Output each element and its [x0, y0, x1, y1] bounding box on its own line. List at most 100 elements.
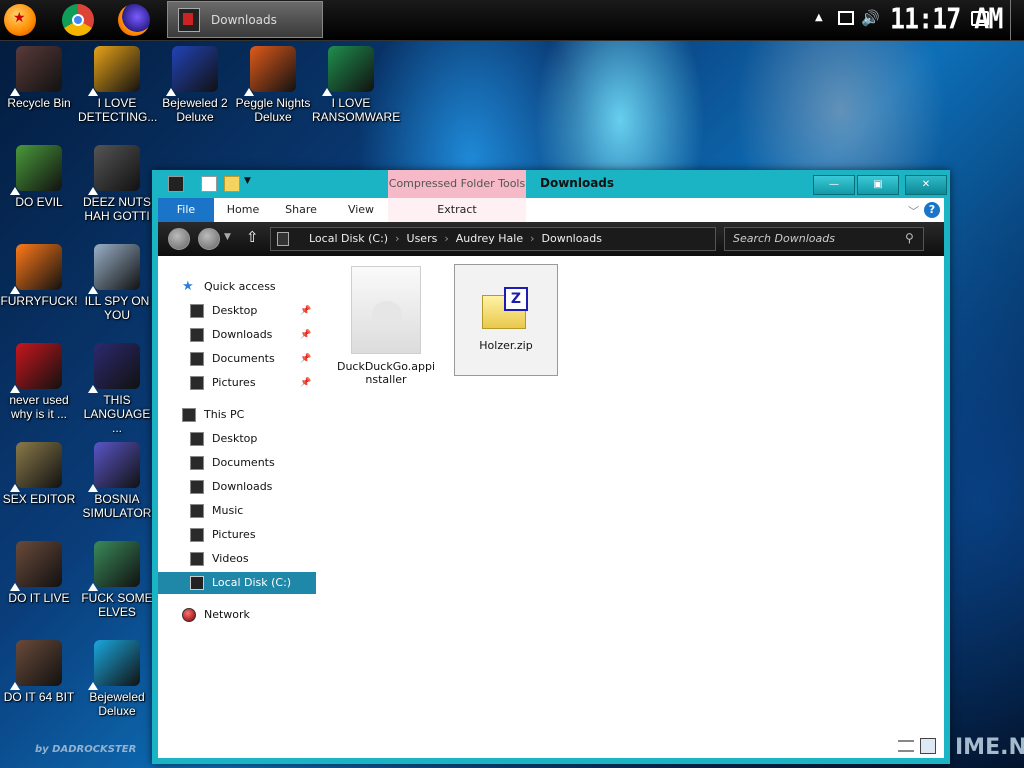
desktop-icon-live[interactable]: DO IT LIVE [0, 541, 78, 605]
desktop-icon-elves[interactable]: FUCK SOME ELVES [78, 541, 156, 619]
nav-pc-desktop[interactable]: Desktop [158, 428, 316, 450]
breadcrumb-downloads[interactable]: Downloads [542, 232, 602, 245]
recent-locations-icon[interactable]: ▼ [224, 232, 231, 242]
game-icon [88, 541, 140, 591]
show-hidden-icons-icon[interactable]: ▲ [815, 12, 823, 52]
nav-network[interactable]: Network [158, 604, 316, 626]
file-item-selected[interactable]: Z Holzer.zip [454, 264, 558, 376]
firefox-icon[interactable] [118, 4, 150, 36]
desktop-icon-bejeweled[interactable]: Bejeweled Deluxe [78, 640, 156, 718]
address-bar[interactable]: Local Disk (C:) › Users › Audrey Hale › Downlo… [270, 227, 716, 251]
desktop-icon-windows[interactable]: DEEZ NUTS HAH GOTTI [78, 145, 156, 223]
pin-icon: 📌 [300, 354, 312, 364]
network-globe-icon [182, 608, 196, 622]
volume-icon[interactable]: 🔊 [861, 9, 880, 49]
desktop-icon-goland[interactable]: THIS LANGUAGE ... [78, 343, 156, 435]
desktop-icon-detective[interactable]: I LOVE DETECTING... [78, 46, 157, 124]
desktop-icon-hxd[interactable]: SEX EDITOR [0, 442, 78, 506]
compressed-folder-tools-tab[interactable]: Compressed Folder Tools [388, 170, 526, 198]
tab-home[interactable]: Home [220, 198, 266, 222]
file-item[interactable]: DuckDuckGo.appinstaller [334, 266, 438, 386]
dragonball-icon[interactable] [4, 4, 36, 36]
chrome-icon [10, 145, 62, 195]
star-icon: ★ [182, 279, 194, 294]
pin-icon: 📌 [300, 330, 312, 340]
ribbon: File Home Share View Extract ﹀ ? [158, 198, 944, 223]
nav-quick-documents[interactable]: Documents 📌 [158, 348, 316, 370]
new-folder-icon[interactable] [224, 176, 240, 192]
desktop-icon-firefox[interactable]: FURRYFUCK! [0, 244, 78, 308]
file-list: DuckDuckGo.appinstaller Z Holzer.zip [318, 256, 944, 750]
nav-quick-access[interactable]: ★ Quick access [158, 276, 316, 298]
close-button[interactable]: ✕ [905, 175, 947, 195]
large-icons-view-icon[interactable] [920, 738, 936, 754]
nav-pc-local-disk[interactable]: Local Disk (C:) [158, 572, 316, 594]
nav-pc-music[interactable]: Music [158, 500, 316, 522]
nav-quick-pictures[interactable]: Pictures 📌 [158, 372, 316, 394]
gem-icon [88, 640, 140, 690]
desktop-icon-minesweeper[interactable]: BOSNIA SIMULATOR [78, 442, 156, 520]
maximize-button[interactable]: ▣ [857, 175, 899, 195]
videos-folder-icon [190, 552, 204, 566]
desktop-icon-chrome[interactable]: DO EVIL [0, 145, 78, 209]
documents-folder-icon [190, 352, 204, 366]
nav-pc-downloads[interactable]: Downloads [158, 476, 316, 498]
nav-pc-pictures[interactable]: Pictures [158, 524, 316, 546]
search-input[interactable]: Search Downloads ⚲ [724, 227, 924, 251]
network-icon[interactable] [838, 11, 854, 25]
breadcrumb-local-disk[interactable]: Local Disk (C:) [309, 232, 388, 245]
wallpaper-credit: by DADROCKSTER [35, 744, 137, 755]
downloads-folder-icon [190, 480, 204, 494]
desktop-icon-bejeweled-2[interactable]: Bejeweled 2 Deluxe [156, 46, 234, 124]
nav-quick-desktop[interactable]: Desktop 📌 [158, 300, 316, 322]
desktop-folder-icon [190, 304, 204, 318]
pictures-folder-icon [190, 528, 204, 542]
pictures-folder-icon [190, 376, 204, 390]
desktop-icon-publisher[interactable]: I LOVE RANSOMWARE [312, 46, 400, 124]
app-icon [10, 343, 62, 393]
desktop-icon-64bit[interactable]: DO IT 64 BIT [0, 640, 78, 704]
file-name: DuckDuckGo.appinstaller [336, 360, 436, 386]
tab-file[interactable]: File [158, 198, 214, 222]
desktop-icon-peggle[interactable]: Peggle Nights Deluxe [234, 46, 312, 124]
music-folder-icon [190, 504, 204, 518]
search-icon[interactable]: ⚲ [905, 231, 914, 245]
desktop-icon-recycle-bin[interactable]: Recycle Bin [0, 46, 78, 110]
notification-icon[interactable] [971, 11, 989, 26]
properties-icon[interactable] [201, 176, 217, 192]
app-icon [88, 145, 140, 195]
help-icon[interactable]: ? [924, 202, 940, 218]
navigation-bar: ▼ ⇧ Local Disk (C:) › Users › Audrey Hale › Do… [158, 222, 944, 257]
nav-pc-videos[interactable]: Videos [158, 548, 316, 570]
forward-button[interactable] [198, 228, 220, 250]
customize-quick-access-icon[interactable]: ▼ [244, 176, 251, 186]
taskbar-downloads-button[interactable]: Downloads [167, 1, 323, 38]
breadcrumb-user[interactable]: Audrey Hale [456, 232, 523, 245]
breadcrumb-users[interactable]: Users [407, 232, 438, 245]
tab-extract[interactable]: Extract [388, 198, 526, 222]
expand-ribbon-icon[interactable]: ﹀ [908, 203, 919, 219]
back-button[interactable] [168, 228, 190, 250]
file-explorer-icon [178, 8, 200, 32]
app-icon [88, 244, 140, 294]
app-icon [88, 343, 140, 393]
title-bar[interactable]: ▼ Compressed Folder Tools Downloads — ▣ … [152, 170, 950, 198]
tab-share[interactable]: Share [278, 198, 324, 222]
minimize-button[interactable]: — [813, 175, 855, 195]
nav-this-pc[interactable]: This PC [158, 404, 316, 426]
app-icon [10, 442, 62, 492]
window-icon[interactable] [168, 176, 184, 192]
tab-view[interactable]: View [338, 198, 384, 222]
nav-quick-downloads[interactable]: Downloads 📌 [158, 324, 316, 346]
drive-icon [190, 576, 204, 590]
desktop-icon-remote[interactable]: ILL SPY ON YOU [78, 244, 156, 322]
game-icon [88, 442, 140, 492]
chrome-icon[interactable] [62, 4, 94, 36]
desktop-icon-devcpp[interactable]: never used why is it ... [0, 343, 78, 421]
downloads-folder-icon [190, 328, 204, 342]
game-icon [166, 46, 218, 96]
details-view-icon[interactable] [898, 740, 914, 752]
show-desktop-button[interactable] [1010, 0, 1011, 40]
nav-pc-documents[interactable]: Documents [158, 452, 316, 474]
up-arrow-icon[interactable]: ⇧ [246, 228, 259, 246]
